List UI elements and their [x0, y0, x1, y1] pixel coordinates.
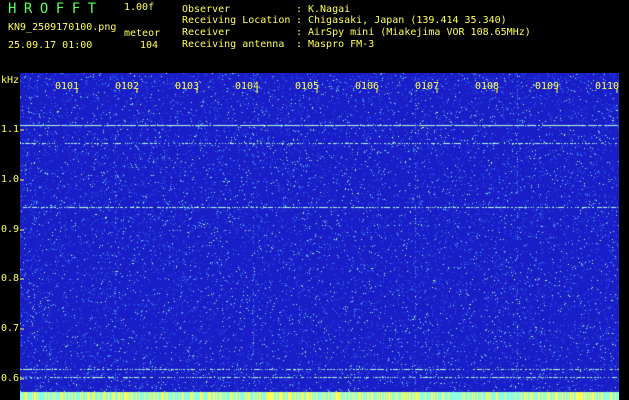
time-label: 0101 — [55, 81, 80, 92]
y-tick-label: 0.6 — [1, 373, 20, 384]
hrofft-screen: HROFFT 1.00f KN9_2509170100.png meteor 2… — [0, 0, 629, 400]
info-label-location: Receiving Location — [182, 15, 291, 26]
info-value-antenna: Maspro FM-3 — [308, 39, 375, 50]
y-tick-label: 0.7 — [1, 323, 20, 334]
y-tick-label: 0.8 — [1, 273, 20, 284]
time-label: 0108 — [475, 81, 500, 92]
time-label: 0106 — [355, 81, 380, 92]
info-label-observer: Observer — [182, 4, 231, 15]
time-label: 0104 — [235, 81, 260, 92]
time-label: 0102 — [115, 81, 140, 92]
spectrogram-overlay — [20, 88, 618, 380]
y-tick-label: 1.0 — [1, 174, 20, 185]
y-tick-label: 0.9 — [1, 224, 20, 235]
info-separator: : — [296, 39, 303, 50]
y-tick-label: 1.1 — [1, 124, 20, 135]
mode-label: meteor — [124, 28, 161, 39]
time-label: 0105 — [295, 81, 320, 92]
time-label: 0109 — [535, 81, 560, 92]
frequency-unit-label: kHz — [1, 75, 20, 86]
time-label: 0107 — [415, 81, 440, 92]
info-label-antenna: Receiving antenna — [182, 39, 285, 50]
info-value-receiver: AirSpy mini (Miakejima VOR 108.65MHz) — [308, 27, 531, 38]
time-label: 0103 — [175, 81, 200, 92]
info-separator: : — [296, 4, 303, 15]
app-title: HROFFT — [8, 1, 104, 17]
count-label: 104 — [140, 40, 159, 51]
info-separator: : — [296, 27, 303, 38]
filename-label: KN9_2509170100.png — [8, 22, 117, 33]
info-value-location: Chigasaki, Japan (139.414 35.340) — [308, 15, 507, 26]
time-label: 0110 — [595, 81, 620, 92]
datetime-label: 25.09.17 01:00 — [8, 40, 93, 51]
spectrogram-plot — [20, 73, 619, 400]
version-label: 1.00f — [124, 2, 155, 13]
info-separator: : — [296, 15, 303, 26]
info-value-observer: K.Nagai — [308, 4, 351, 15]
info-label-receiver: Receiver — [182, 27, 231, 38]
